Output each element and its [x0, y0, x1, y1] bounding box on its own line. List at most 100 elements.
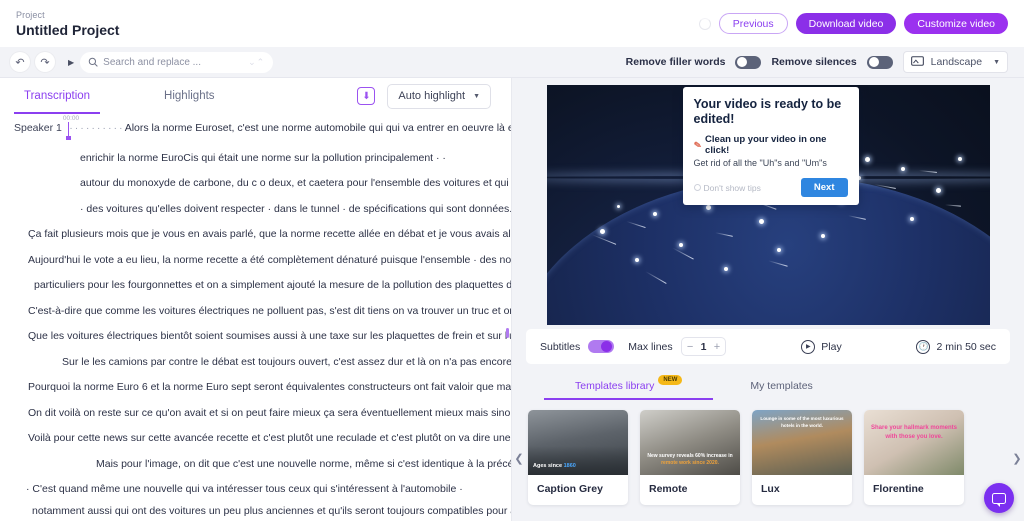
max-lines-stepper[interactable]: − 1 +: [680, 337, 727, 356]
tab-my-templates[interactable]: My templates: [747, 372, 815, 400]
caption-highlight: 1860: [563, 463, 576, 469]
transcript-line[interactable]: Mais pour l'image, on dit que c'est une …: [14, 458, 511, 471]
play-button[interactable]: ▶ Play: [801, 339, 842, 354]
transcript-line[interactable]: C'est-à-dire que comme les voitures élec…: [14, 305, 511, 318]
subtitles-label: Subtitles: [540, 340, 581, 353]
transcript-line[interactable]: Voilà pour cette news sur cette avancée …: [14, 432, 511, 445]
transcript-scrollbar[interactable]: [506, 78, 509, 521]
customize-video-button[interactable]: Customize video: [904, 13, 1008, 34]
chevron-down-icon: ▼: [473, 92, 480, 100]
template-card[interactable]: Lounge in some of the most luxurious hot…: [752, 410, 852, 505]
transcript-text: notamment aussi qui ont des voitures un …: [32, 505, 511, 517]
transcript-line[interactable]: enrichir la norme EuroCis qui était une …: [14, 152, 497, 165]
max-lines-decrement[interactable]: −: [686, 341, 695, 353]
tooltip-subtitle-row: ✎ Clean up your video in one click!: [692, 134, 848, 156]
transcript-text: · C'est quand même une nouvelle qui va i…: [26, 483, 463, 495]
template-thumbnail: New survey reveals 60% increase in remot…: [640, 410, 740, 475]
remove-filler-words-toggle[interactable]: [735, 55, 762, 69]
project-label: Project: [16, 9, 45, 20]
transcript-line[interactable]: Que les voitures électriques bientôt soi…: [14, 330, 511, 343]
transcript-line[interactable]: · C'est quand même une nouvelle qui va i…: [14, 483, 497, 496]
template-thumbnail: Ages since 1860: [528, 410, 628, 475]
transcript-line[interactable]: Sur le les camions par contre le débat e…: [14, 356, 511, 369]
scrollbar-thumb[interactable]: [506, 328, 509, 338]
transcript-text: enrichir la norme EuroCis qui était une …: [80, 151, 446, 164]
templates-tabs: Templates library NEW My templates: [512, 372, 1024, 400]
remove-filler-words-label: Remove filler words: [625, 56, 726, 68]
loading-spinner-icon: [698, 17, 711, 30]
project-title[interactable]: Untitled Project: [16, 21, 119, 39]
tooltip-footer: Don't show tips Next: [693, 178, 848, 197]
play-triangle-icon[interactable]: ▶: [68, 58, 74, 67]
editor-toolbar: ↶ ↷ ▶ Search and replace ... ⌄⌃ Remove f…: [0, 47, 1024, 78]
dont-show-tips-label: Don't show tips: [703, 182, 761, 193]
search-nav-chevrons-icon[interactable]: ⌄⌃: [248, 57, 265, 68]
auto-highlight-button[interactable]: Auto highlight ▼: [387, 83, 491, 109]
transcript-line[interactable]: particuliers pour les fourgonnettes et o…: [14, 279, 511, 292]
tooltip-next-button[interactable]: Next: [800, 178, 848, 197]
template-cards: Ages since 1860 Caption Grey New survey …: [526, 410, 1010, 505]
max-lines-label: Max lines: [628, 340, 673, 353]
app-root: Project Untitled Project Previous Downlo…: [0, 0, 1024, 521]
speaker-label: Speaker 1: [14, 122, 62, 134]
download-video-button[interactable]: Download video: [795, 13, 897, 34]
video-preview[interactable]: ✕ Your video is ready to be edited! ✎ Cl…: [546, 85, 990, 325]
chat-bubble-icon[interactable]: [984, 483, 1014, 513]
transcript-line[interactable]: notamment aussi qui ont des voitures un …: [14, 505, 511, 518]
template-name: Lux: [761, 483, 780, 495]
search-input[interactable]: Search and replace ...: [103, 57, 243, 68]
template-card[interactable]: Ages since 1860 Caption Grey: [528, 410, 628, 505]
templates-carousel: ❮ Ages since 1860 Caption Grey New surve…: [512, 400, 1024, 521]
subtitles-toggle[interactable]: [588, 340, 615, 353]
transcript-line[interactable]: Aujourd'hui le vote a eu lieu, la norme …: [14, 254, 511, 267]
landscape-icon: [910, 53, 924, 71]
transcript-line[interactable]: Ça fait plusieurs mois que je vous en av…: [14, 228, 511, 241]
tab-highlights[interactable]: Highlights: [160, 78, 219, 114]
player-controls: Subtitles Max lines − 1 + ▶ Play 🕐 2 min…: [526, 329, 1010, 364]
playhead-cursor[interactable]: 00:00: [63, 115, 79, 139]
tab-templates-library[interactable]: Templates library NEW: [543, 372, 714, 400]
download-box-icon[interactable]: ⬇: [357, 87, 376, 105]
pencil-icon: ✎: [692, 138, 702, 151]
dont-show-tips-checkbox[interactable]: Don't show tips: [693, 182, 761, 193]
format-select[interactable]: Landscape ▼: [902, 51, 1008, 73]
new-badge: NEW: [658, 375, 683, 385]
remove-silences-toggle[interactable]: [866, 55, 893, 69]
tab-transcription[interactable]: Transcription: [13, 78, 101, 114]
max-lines-increment[interactable]: +: [712, 341, 721, 353]
transcript-content[interactable]: Speaker 1 00:00 ·········· Alors la norm…: [0, 114, 511, 521]
clock-icon: 🕐: [916, 339, 931, 354]
search-and-replace-box[interactable]: Search and replace ... ⌄⌃: [80, 51, 274, 73]
transcript-line[interactable]: · des voitures qu'elles doivent respecte…: [14, 203, 511, 216]
tooltip-subtitle: Clean up your video in one click!: [705, 134, 827, 156]
transcript-text: autour du monoxyde de carbone, du c o de…: [80, 177, 511, 189]
timestamp-label: 00:00: [62, 115, 80, 122]
template-card[interactable]: New survey reveals 60% increase in remot…: [640, 410, 740, 505]
duration-display: 🕐 2 min 50 sec: [916, 339, 996, 354]
undo-icon[interactable]: ↶: [10, 52, 30, 72]
tooltip-title: Your video is ready to be edited!: [693, 97, 842, 126]
transcript-text: Voilà pour cette news sur cette avancée …: [28, 432, 511, 444]
template-thumbnail: Lounge in some of the most luxurious hot…: [752, 410, 852, 475]
transcript-line[interactable]: Pourquoi la norme Euro 6 et la norme Eur…: [14, 381, 511, 394]
caption-text: Ages since: [533, 463, 563, 469]
transcript-line[interactable]: On dit voilà on reste sur ce qu'on avait…: [14, 407, 511, 420]
template-name: Florentine: [873, 483, 924, 495]
transcript-line[interactable]: autour du monoxyde de carbone, du c o de…: [14, 177, 511, 190]
transcript-text: Alors la norme Euroset, c'est une norme …: [124, 122, 511, 134]
play-circle-icon: ▶: [801, 339, 816, 354]
template-caption: Share your hallmark moments with those y…: [870, 425, 958, 440]
redo-icon[interactable]: ↷: [35, 52, 55, 72]
max-lines-value: 1: [700, 340, 707, 353]
tab-templates-library-label: Templates library: [575, 380, 655, 392]
play-label: Play: [821, 340, 842, 353]
transcript-text: Que les voitures électriques bientôt soi…: [28, 330, 511, 342]
previous-button[interactable]: Previous: [718, 13, 788, 34]
chevron-down-icon: ▼: [993, 58, 1000, 66]
transcript-line[interactable]: Speaker 1 00:00 ·········· Alors la norm…: [14, 115, 511, 139]
template-card[interactable]: Share your hallmark moments with those y…: [864, 410, 964, 505]
chevron-left-icon[interactable]: ❮: [512, 410, 526, 506]
template-caption: Ages since 1860: [533, 463, 623, 469]
transcript-text: · des voitures qu'elles doivent respecte…: [80, 202, 511, 215]
format-select-value: Landscape: [930, 56, 983, 68]
